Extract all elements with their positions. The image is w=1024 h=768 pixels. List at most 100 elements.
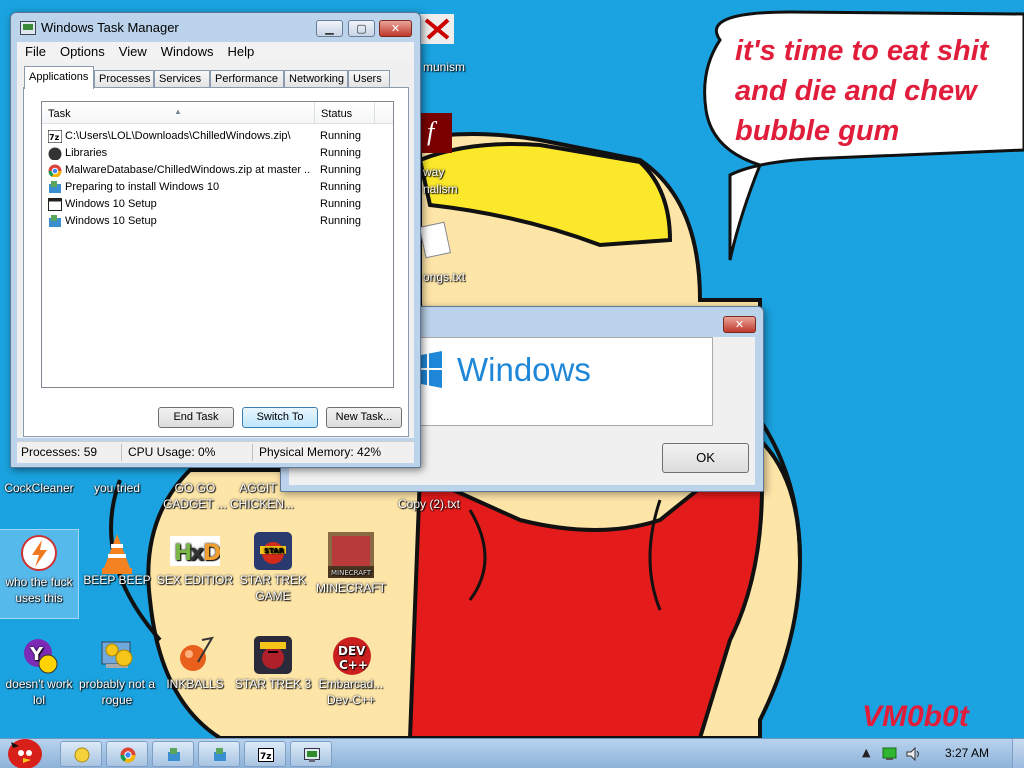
tab-users[interactable]: Users — [348, 70, 390, 88]
speech-bubble-line-3: bubble gum — [735, 115, 900, 147]
task-name: Preparing to install Windows 10 — [65, 181, 220, 193]
task-row[interactable]: Preparing to install Windows 10 Running — [46, 179, 391, 196]
desktop-icon-beep-beep[interactable]: BEEP BEEP — [78, 532, 156, 588]
start-button[interactable] — [5, 734, 43, 768]
physical-memory: Physical Memory: 42% — [259, 445, 382, 459]
taskbar-task-manager[interactable] — [290, 741, 332, 767]
angry-bird-start-icon — [8, 739, 42, 768]
processes-count: Processes: 59 — [21, 445, 98, 459]
task-status: Running — [320, 147, 361, 159]
svg-text:C++: C++ — [339, 658, 368, 672]
status-divider — [121, 444, 122, 461]
desktop-icon-inkballs[interactable]: INKBALLS — [156, 636, 234, 692]
task-manager-titlebar[interactable]: Windows Task Manager ▁ ▢ ✕ — [11, 13, 420, 43]
ok-button[interactable]: OK — [662, 443, 749, 473]
desktop-icon-cockcleaner[interactable]: CockCleaner — [0, 480, 78, 496]
menu-options[interactable]: Options — [52, 42, 111, 61]
tab-performance[interactable]: Performance — [210, 70, 284, 88]
task-name: Windows 10 Setup — [65, 215, 157, 227]
desktop-icon-aggit-chicken[interactable]: AGGIT CHICKEN... — [230, 480, 294, 512]
column-task[interactable]: ▲ Task — [42, 102, 315, 124]
taskbar-7zip[interactable]: 7z — [244, 741, 286, 767]
icon-label: STAR TREK GAME — [239, 573, 307, 603]
show-desktop-button[interactable] — [1012, 739, 1024, 768]
7zip-icon: 7z — [48, 130, 62, 143]
inkball-icon — [176, 636, 214, 674]
cpu-usage: CPU Usage: 0% — [128, 445, 216, 459]
applications-panel: ▲ Task Status 7z C:\Users\LOL\Downloads\… — [23, 87, 409, 437]
songs-file-icon[interactable] — [418, 221, 452, 259]
chrome-icon — [48, 164, 62, 177]
songs-label: ongs.txt — [423, 270, 466, 284]
desktop-icon-gadget[interactable]: GO GO GADGET ... — [156, 480, 234, 512]
task-row[interactable]: 7z C:\Users\LOL\Downloads\ChilledWindows… — [46, 128, 391, 145]
task-row[interactable]: Windows 10 Setup Running — [46, 196, 391, 213]
desktop-icon-you-tried[interactable]: you tried — [78, 480, 156, 496]
sort-up-icon: ▲ — [174, 107, 182, 116]
status-bar: Processes: 59 CPU Usage: 0% Physical Mem… — [17, 441, 414, 463]
desktop-icon-star-trek-game[interactable]: STAR STAR TREK GAME — [234, 532, 312, 604]
icon-label: STAR TREK 3 — [234, 677, 312, 691]
taskbar-explorer[interactable] — [60, 741, 102, 767]
show-hidden-icons[interactable]: ▲ — [862, 746, 870, 759]
menu-help[interactable]: Help — [219, 42, 260, 61]
tab-services[interactable]: Services — [154, 70, 210, 88]
desktop-icon-star-trek-3[interactable]: STAR TREK 3 — [234, 636, 312, 692]
desktop-icon-doesnt-work[interactable]: Y doesn't work lol — [0, 636, 78, 708]
minimize-button[interactable]: ▁ — [316, 20, 343, 37]
taskbar-setup-1[interactable] — [152, 741, 194, 767]
menu-view[interactable]: View — [111, 42, 153, 61]
angry-birds-star-wars-icon: STAR — [254, 532, 292, 570]
desktop-icon-minecraft[interactable]: MINECRAFT MINECRAFT — [312, 532, 390, 596]
maximize-button[interactable]: ▢ — [348, 20, 375, 37]
tab-applications[interactable]: Applications — [24, 66, 94, 89]
task-manager-icon — [20, 21, 36, 35]
network-icon[interactable] — [882, 747, 898, 761]
desktop-icon-sex-editior[interactable]: HxD SEX EDITIOR — [156, 532, 234, 588]
dialog-close-button[interactable]: ✕ — [723, 316, 756, 333]
desktop-icon-dev-cpp[interactable]: DEV C++ Embarcad... Dev-C++ — [312, 636, 390, 708]
new-task-button[interactable]: New Task... — [326, 407, 402, 428]
system-gear-icon — [98, 636, 136, 674]
menu-file[interactable]: File — [17, 42, 52, 61]
hxd-icon: HxD — [170, 532, 221, 570]
task-row[interactable]: Windows 10 Setup Running — [46, 213, 391, 230]
journalism-label: nalism — [423, 182, 458, 196]
svg-text:STAR: STAR — [264, 547, 285, 555]
taskbar-setup-2[interactable] — [198, 741, 240, 767]
tab-networking[interactable]: Networking — [284, 70, 348, 88]
task-status: Running — [320, 164, 361, 176]
minecraft-icon: MINECRAFT — [328, 532, 374, 578]
switch-to-button[interactable]: Switch To — [242, 407, 318, 428]
task-manager-window: Windows Task Manager ▁ ▢ ✕ File Options Vi… — [10, 12, 421, 468]
way-label: way — [423, 165, 445, 179]
chrome-icon — [120, 747, 136, 763]
task-manager-icon — [304, 748, 320, 762]
task-row[interactable]: Libraries Running — [46, 145, 391, 162]
icon-label: Copy (2).txt — [397, 497, 460, 511]
column-status[interactable]: Status — [315, 102, 375, 124]
task-status: Running — [320, 215, 361, 227]
tab-processes[interactable]: Processes — [94, 70, 154, 88]
thunderbolt-icon — [20, 534, 58, 572]
communism-icon[interactable] — [420, 14, 454, 44]
speech-bubble-line-2: and die and chew — [735, 75, 977, 107]
desktop-icon-probably-not-a-rogue[interactable]: probably not a rogue — [78, 636, 156, 708]
task-row[interactable]: MalwareDatabase/ChilledWindows.zip at ma… — [46, 162, 391, 179]
menu-windows[interactable]: Windows — [153, 42, 220, 61]
desktop-icon-copy-2-txt[interactable]: Copy (2).txt — [390, 496, 468, 512]
end-task-button[interactable]: End Task — [158, 407, 234, 428]
devcpp-icon: DEV C++ — [332, 636, 371, 675]
installer-icon — [49, 215, 61, 227]
status-divider — [252, 444, 253, 461]
communism-label: munism — [423, 60, 466, 74]
icon-label: doesn't work lol — [5, 677, 73, 707]
flash-icon[interactable]: f — [420, 113, 452, 153]
taskbar-clock[interactable]: 3:27 AM — [945, 746, 989, 760]
close-button[interactable]: ✕ — [379, 20, 412, 37]
desktop-icon-thunderbolt[interactable]: who the fuck uses this — [0, 529, 79, 619]
window-title: Windows Task Manager — [41, 20, 179, 35]
volume-icon[interactable] — [906, 747, 922, 761]
svg-text:7z: 7z — [260, 752, 272, 762]
taskbar-chrome[interactable] — [106, 741, 148, 767]
